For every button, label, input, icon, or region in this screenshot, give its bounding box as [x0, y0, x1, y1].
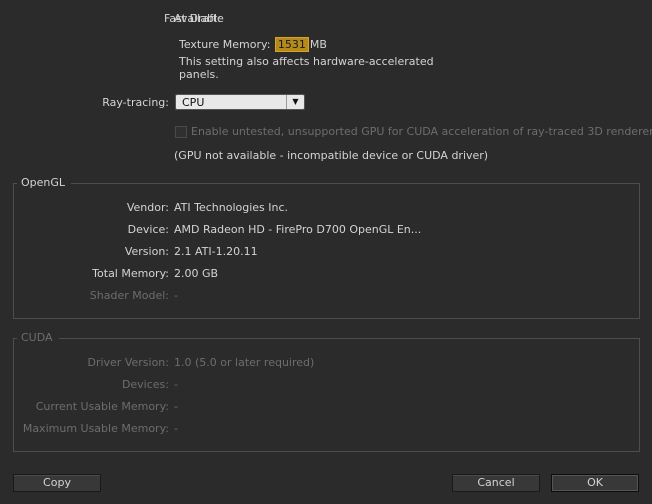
texture-note-line1: This setting also affects hardware-accel…: [179, 55, 434, 68]
chevron-down-icon: ▼: [286, 95, 304, 109]
opengl-group-title: OpenGL: [17, 176, 72, 189]
cuda-devices-value: -: [174, 378, 178, 391]
texture-note-line2: panels.: [179, 68, 219, 81]
cuda-devices-label: Devices:: [121, 378, 169, 391]
opengl-shader-model-label: Shader Model:: [89, 289, 169, 302]
texture-memory-label: Texture Memory:: [179, 38, 271, 51]
fast-draft-value: Available: [174, 12, 224, 25]
cuda-current-memory-label: Current Usable Memory:: [35, 400, 169, 413]
texture-memory-unit: MB: [309, 38, 327, 51]
copy-button[interactable]: Copy: [13, 474, 101, 492]
ray-tracing-dropdown[interactable]: CPU ▼: [175, 94, 305, 110]
texture-memory-value[interactable]: 1531: [274, 37, 309, 52]
ok-button[interactable]: OK: [551, 474, 639, 492]
opengl-device-label: Device:: [127, 223, 169, 236]
cuda-gpu-checkbox[interactable]: [175, 126, 187, 138]
cuda-driver-version-value: 1.0 (5.0 or later required): [174, 356, 315, 369]
cuda-current-memory-value: -: [174, 400, 178, 413]
opengl-vendor-value: ATI Technologies Inc.: [174, 201, 289, 214]
cancel-button[interactable]: Cancel: [452, 474, 540, 492]
opengl-version-label: Version:: [124, 245, 169, 258]
ray-tracing-selected: CPU: [182, 96, 205, 109]
ray-tracing-label: Ray-tracing:: [102, 96, 169, 109]
opengl-total-memory-label: Total Memory:: [92, 267, 169, 280]
opengl-version-value: 2.1 ATI-1.20.11: [174, 245, 258, 258]
opengl-vendor-label: Vendor:: [126, 201, 169, 214]
gpu-status-text: (GPU not available - incompatible device…: [174, 149, 489, 162]
cuda-maximum-memory-label: Maximum Usable Memory:: [22, 422, 169, 435]
cuda-group-title: CUDA: [17, 331, 59, 344]
cuda-maximum-memory-value: -: [174, 422, 178, 435]
cuda-gpu-checkbox-label: Enable untested, unsupported GPU for CUD…: [191, 125, 652, 138]
cuda-driver-version-label: Driver Version:: [87, 356, 169, 369]
opengl-device-value: AMD Radeon HD - FirePro D700 OpenGL En..…: [174, 223, 422, 236]
opengl-total-memory-value: 2.00 GB: [174, 267, 219, 280]
texture-memory-row: Texture Memory: 1531 MB: [179, 37, 327, 52]
opengl-shader-model-value: -: [174, 289, 178, 302]
